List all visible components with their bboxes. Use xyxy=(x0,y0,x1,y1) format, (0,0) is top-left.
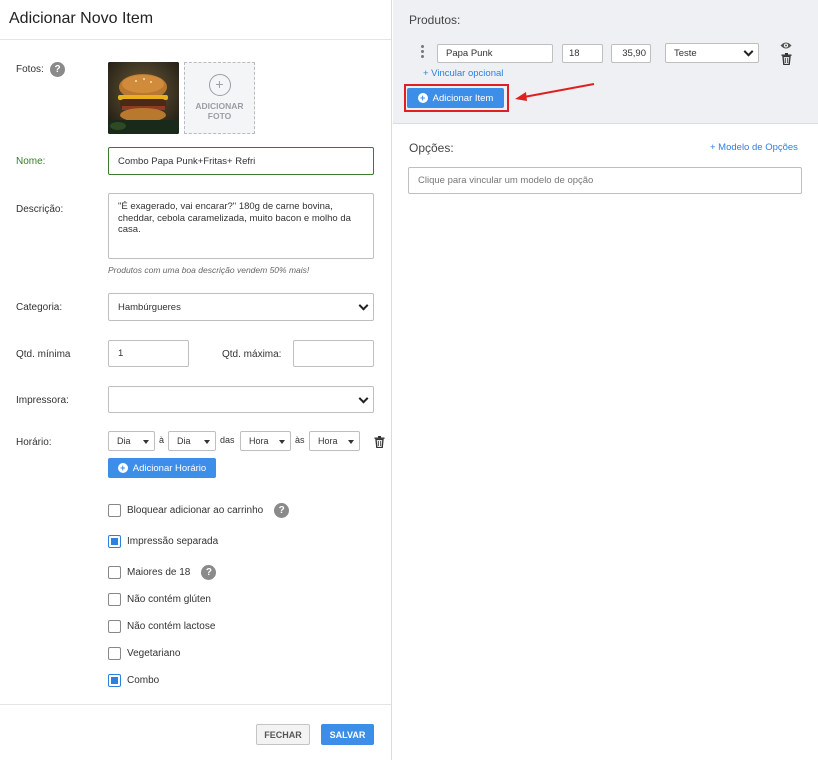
schedule-sep-2: das xyxy=(220,435,235,445)
save-button[interactable]: SALVAR xyxy=(321,724,374,745)
add-photo-label-1: ADICIONAR xyxy=(195,101,244,111)
photos-label: Fotos: xyxy=(16,64,44,75)
page-title: Adicionar Novo Item xyxy=(9,10,154,27)
options-title: Opções: xyxy=(409,141,454,155)
item-photo[interactable] xyxy=(108,62,179,134)
qty-max-label: Qtd. máxima: xyxy=(222,349,282,360)
photos-help-icon[interactable]: ? xyxy=(50,62,65,77)
checkbox-row[interactable]: Não contém lactose xyxy=(108,620,215,633)
description-textarea[interactable]: "É exagerado, vai encarar?" 180g de carn… xyxy=(108,193,374,259)
description-label: Descrição: xyxy=(16,204,64,215)
caret-down-icon xyxy=(279,440,285,444)
add-item-highlight xyxy=(404,84,509,112)
qty-min-label: Qtd. mínima xyxy=(16,349,71,360)
arrow-annotation-icon xyxy=(515,83,595,101)
hour-from-value: Hora xyxy=(249,436,269,446)
day-from-select[interactable]: Dia xyxy=(108,431,155,451)
checkbox[interactable] xyxy=(108,620,121,633)
burger-photo-icon xyxy=(108,62,179,134)
checkbox-label: Maiores de 18 xyxy=(127,567,191,578)
checkbox-label: Não contém lactose xyxy=(127,621,216,632)
close-button[interactable]: FECHAR xyxy=(256,724,310,745)
description-hint: Produtos com uma boa descrição vendem 50… xyxy=(108,265,310,275)
drag-handle-icon[interactable] xyxy=(421,45,424,60)
checkbox-row[interactable]: Não contém glúten xyxy=(108,593,211,606)
hour-to-select[interactable]: Hora xyxy=(309,431,360,451)
products-title: Produtos: xyxy=(409,13,461,27)
product-variant-value: Teste xyxy=(674,47,697,59)
add-schedule-button[interactable]: + Adicionar Horário xyxy=(108,458,216,478)
checkbox-row[interactable]: Combo xyxy=(108,674,159,687)
qty-min-input[interactable]: 1 xyxy=(108,340,189,367)
product-price-input[interactable]: 35,90 xyxy=(611,44,651,63)
caret-down-icon xyxy=(348,440,354,444)
link-optional[interactable]: + Vincular opcional xyxy=(423,68,503,79)
help-icon[interactable]: ? xyxy=(201,565,217,580)
add-photo-label-2: FOTO xyxy=(207,111,232,121)
printer-label: Impressora: xyxy=(16,395,69,406)
chevron-down-icon xyxy=(358,393,369,404)
hour-to-value: Hora xyxy=(318,436,338,446)
checkbox[interactable] xyxy=(108,535,121,548)
chevron-down-icon xyxy=(358,300,369,311)
checkbox-label: Combo xyxy=(127,675,160,686)
eye-icon[interactable] xyxy=(780,41,792,50)
day-to-select[interactable]: Dia xyxy=(168,431,216,451)
panel-header: Adicionar Novo Item xyxy=(0,0,391,40)
schedule-label: Horário: xyxy=(16,437,52,448)
product-variant-select[interactable]: Teste xyxy=(665,43,759,63)
day-to-value: Dia xyxy=(177,436,191,446)
checkbox[interactable] xyxy=(108,674,121,687)
checkbox-row[interactable]: Maiores de 18? xyxy=(108,565,217,580)
name-input[interactable]: Combo Papa Punk+Fritas+ Refri xyxy=(108,147,374,175)
checkbox-row[interactable]: Vegetariano xyxy=(108,647,180,660)
add-schedule-label: Adicionar Horário xyxy=(132,462,207,474)
checkbox-row[interactable]: Bloquear adicionar ao carrinho? xyxy=(108,503,290,518)
panel-footer: FECHAR SALVAR xyxy=(0,704,391,760)
product-qty-input[interactable]: 18 xyxy=(562,44,603,63)
products-options-panel: Produtos: Papa Punk 18 35,90 Teste + Vin… xyxy=(393,0,818,760)
trash-icon[interactable] xyxy=(781,53,792,65)
product-name-input[interactable]: Papa Punk xyxy=(437,44,553,63)
checkbox-label: Não contém glúten xyxy=(127,594,211,605)
help-icon[interactable]: ? xyxy=(274,503,290,518)
plus-circle-icon: + xyxy=(117,463,128,473)
options-model-link[interactable]: + Modelo de Opções xyxy=(710,142,798,153)
checkbox[interactable] xyxy=(108,593,121,606)
add-photo-button[interactable]: + ADICIONAR FOTO xyxy=(184,62,255,134)
category-select[interactable]: Hambúrgueres xyxy=(108,293,374,321)
caret-down-icon xyxy=(204,440,210,444)
add-item-panel: Adicionar Novo Item Fotos: ? + ADICIONAR… xyxy=(0,0,392,760)
caret-down-icon xyxy=(143,440,149,444)
hour-from-select[interactable]: Hora xyxy=(240,431,291,451)
checkbox-label: Impressão separada xyxy=(127,536,219,547)
category-label: Categoria: xyxy=(16,302,63,313)
schedule-sep-3: às xyxy=(295,435,305,445)
printer-select[interactable] xyxy=(108,386,374,413)
day-from-value: Dia xyxy=(117,436,131,446)
schedule-sep-1: à xyxy=(159,435,165,445)
checkbox-label: Vegetariano xyxy=(127,648,181,659)
checkbox-label: Bloquear adicionar ao carrinho xyxy=(127,505,264,516)
trash-icon[interactable] xyxy=(374,436,385,448)
checkbox[interactable] xyxy=(108,647,121,660)
options-model-input[interactable]: Clique para vincular um modelo de opção xyxy=(408,167,802,194)
category-value: Hambúrgueres xyxy=(118,301,181,313)
chevron-down-icon xyxy=(743,46,754,57)
qty-max-input[interactable] xyxy=(293,340,374,367)
checkbox[interactable] xyxy=(108,566,121,579)
checkbox-row[interactable]: Impressão separada xyxy=(108,535,218,548)
plus-circle-icon: + xyxy=(208,74,231,96)
checkbox[interactable] xyxy=(108,504,121,517)
name-label: Nome: xyxy=(16,156,46,167)
